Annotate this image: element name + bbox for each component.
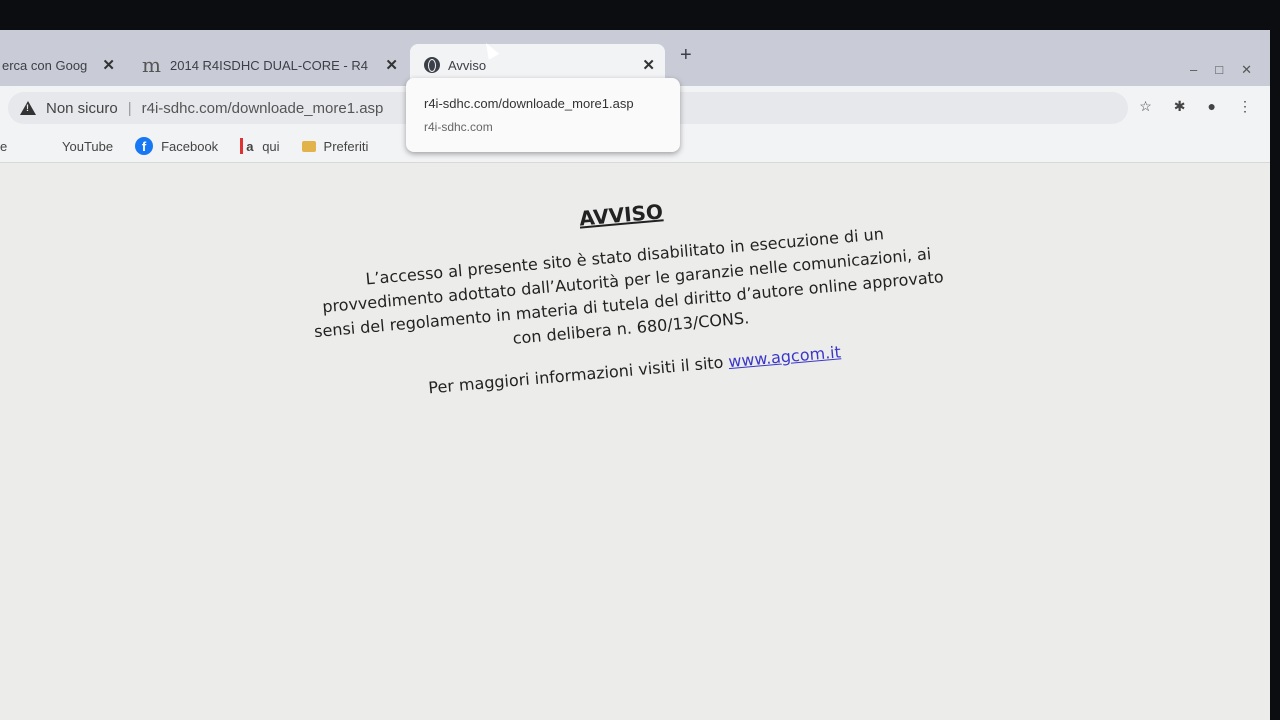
tab-hover-card: r4i-sdhc.com/downloade_more1.asp r4i-sdh… — [406, 78, 680, 152]
tab-google-search[interactable]: erca con Goog ✕ — [0, 44, 125, 86]
tab-title: 2014 R4ISDHC DUAL-CORE - R4 — [170, 57, 368, 73]
close-icon[interactable]: ✕ — [102, 56, 115, 74]
maximize-icon[interactable]: □ — [1215, 62, 1223, 78]
browser-window: erca con Goog ✕ m 2014 R4ISDHC DUAL-CORE… — [0, 30, 1270, 720]
globe-icon — [424, 57, 440, 73]
agcom-link[interactable]: www.agcom.it — [728, 342, 842, 371]
bookmark-label: qui — [262, 138, 280, 154]
a-icon: a — [240, 138, 254, 154]
bookmark-label: Preferiti — [323, 138, 369, 154]
tab-r4isdhc[interactable]: m 2014 R4ISDHC DUAL-CORE - R4 ✕ — [132, 44, 408, 86]
window-controls: – □ ✕ — [1190, 62, 1252, 78]
facebook-icon: f — [135, 137, 154, 155]
bookmark-label: Facebook — [161, 138, 219, 154]
bookmark-label: YouTube — [62, 138, 114, 154]
folder-icon — [301, 140, 316, 152]
security-label[interactable]: Non sicuro — [46, 100, 118, 117]
toolbar-actions: ☆ ✱ ● ⋮ — [1139, 98, 1252, 115]
tab-title: erca con Goog — [2, 57, 88, 73]
divider: | — [127, 99, 132, 117]
bookmark-label: e — [0, 138, 8, 154]
site-favicon-icon: m — [142, 53, 161, 77]
profile-icon[interactable]: ● — [1208, 98, 1216, 115]
menu-icon[interactable]: ⋮ — [1238, 98, 1252, 115]
bookmark-facebook[interactable]: f Facebook — [135, 137, 218, 155]
hover-card-domain: r4i-sdhc.com — [424, 120, 493, 134]
notice-block: AVVISO L’accesso al presente sito è stat… — [301, 175, 956, 428]
warning-icon[interactable] — [20, 101, 36, 115]
bookmark-partial[interactable]: e — [0, 139, 40, 154]
close-icon[interactable]: ✕ — [642, 56, 655, 74]
new-tab-button[interactable]: + — [680, 44, 692, 67]
close-icon[interactable]: ✕ — [385, 56, 398, 74]
hover-card-title: r4i-sdhc.com/downloade_more1.asp — [424, 96, 634, 111]
bookmark-youtube[interactable]: YouTube — [62, 139, 113, 154]
more-info-text: Per maggiori informazioni visiti il sito — [427, 352, 725, 398]
extensions-icon[interactable]: ✱ — [1174, 98, 1186, 115]
star-icon[interactable]: ☆ — [1139, 98, 1152, 115]
page-content: AVVISO L’accesso al presente sito è stat… — [0, 163, 1270, 720]
minimize-icon[interactable]: – — [1190, 62, 1197, 78]
bookmark-qui[interactable]: a qui — [240, 138, 279, 154]
tab-title: Avviso — [448, 57, 487, 73]
url-text[interactable]: r4i-sdhc.com/downloade_more1.asp — [142, 100, 384, 117]
bookmark-preferiti[interactable]: Preferiti — [301, 138, 369, 154]
close-window-icon[interactable]: ✕ — [1241, 62, 1252, 78]
